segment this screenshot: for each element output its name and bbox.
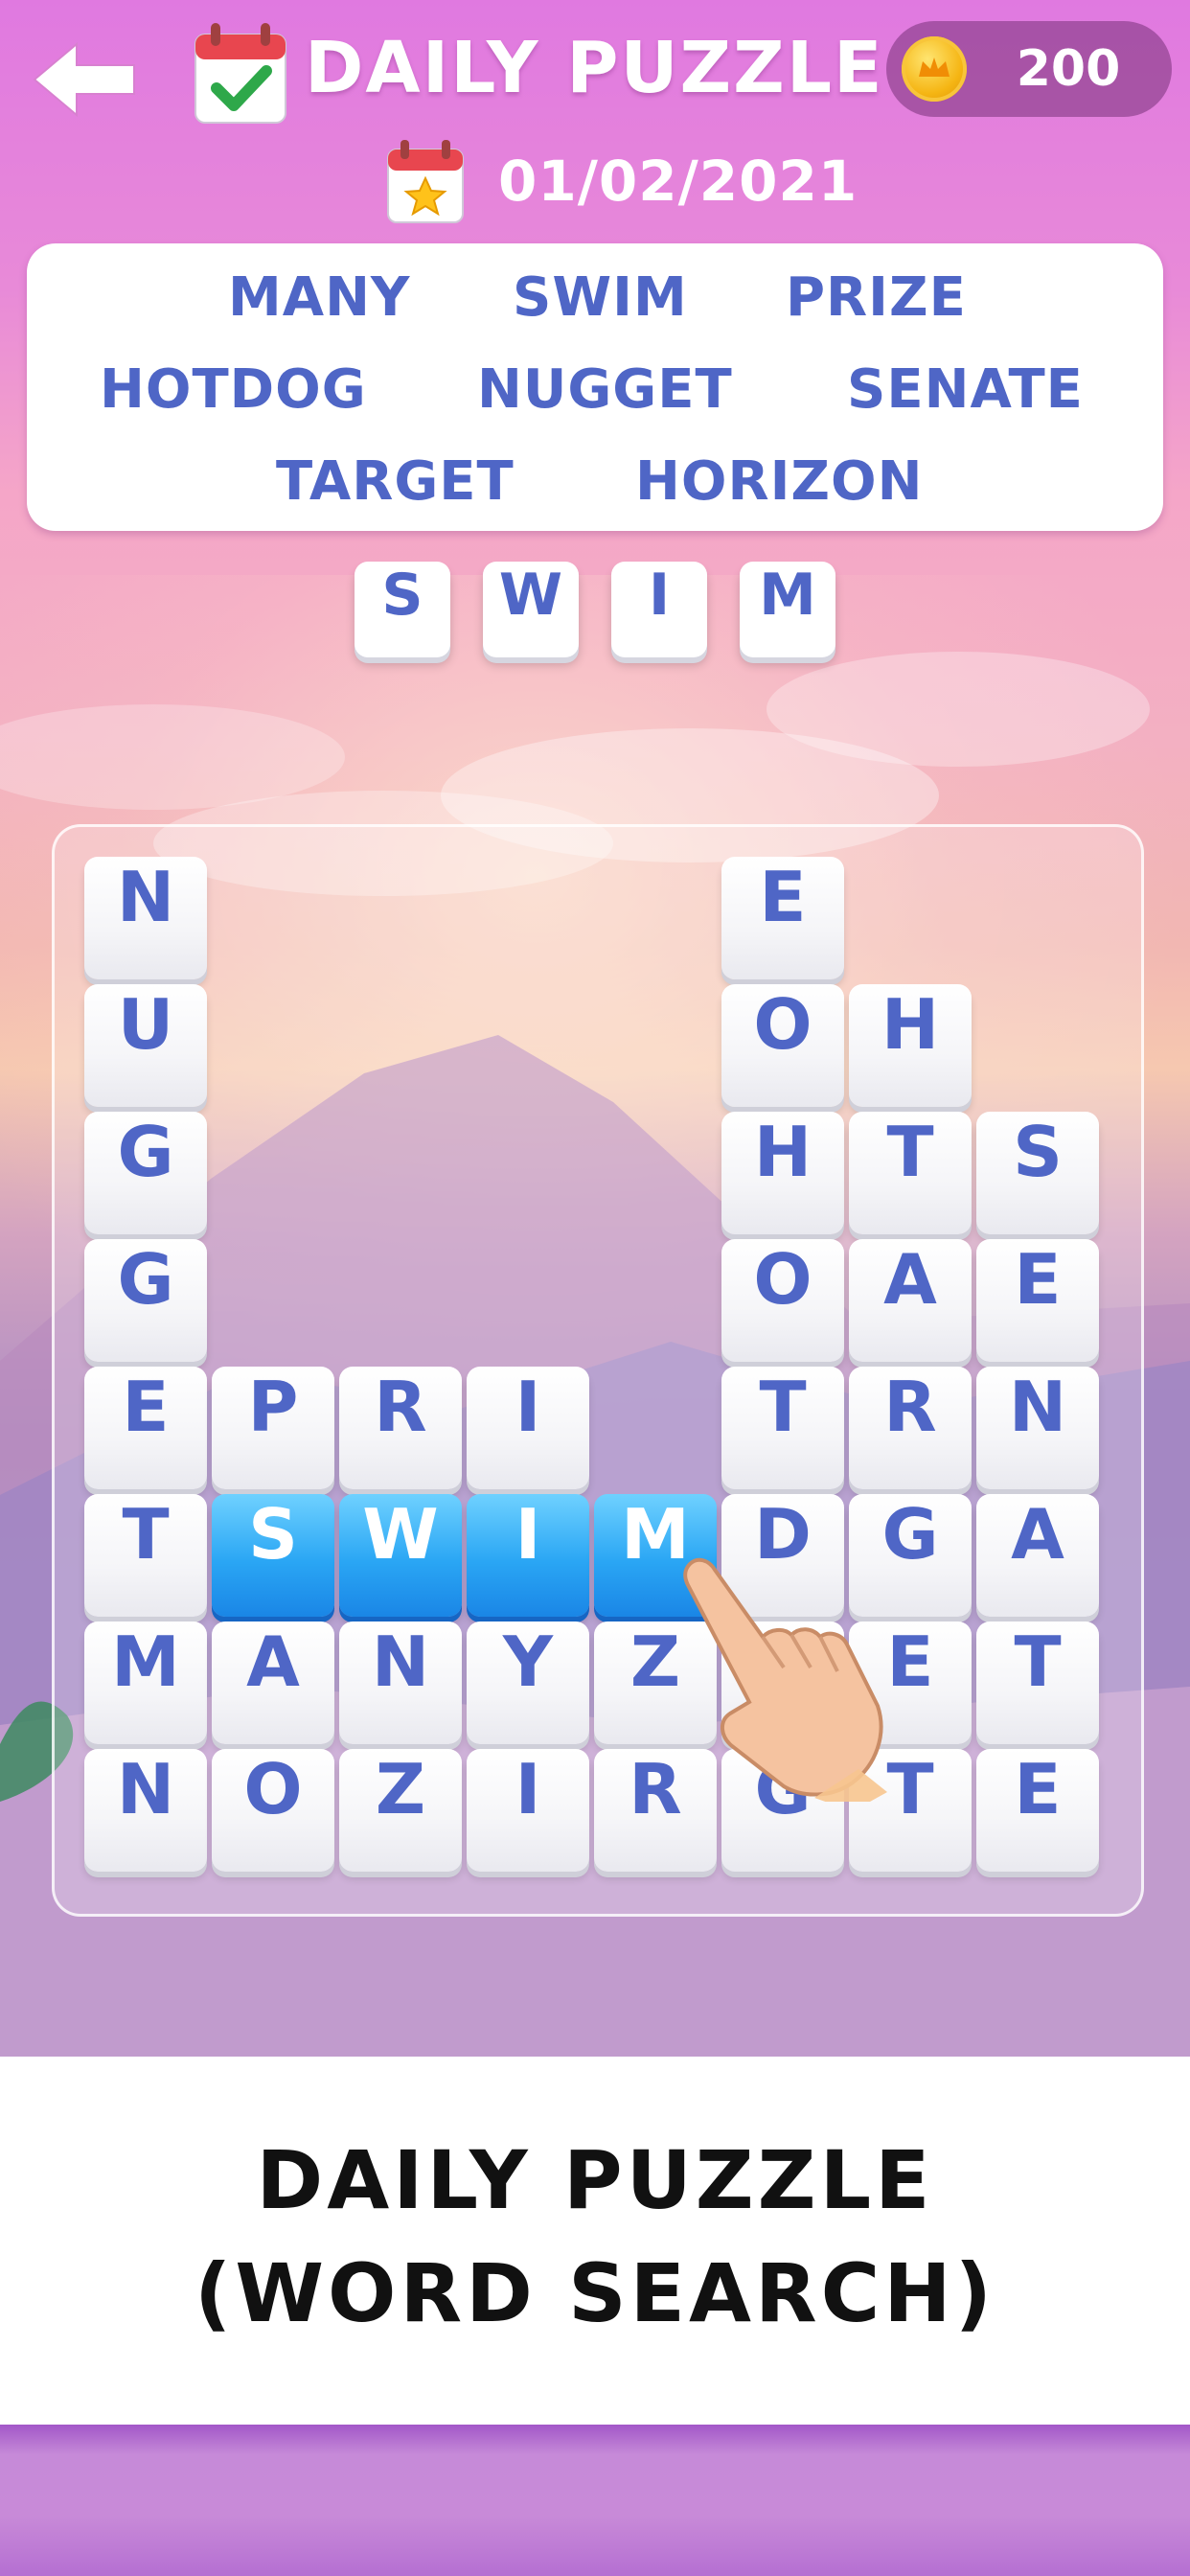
letter-tile[interactable]: Z xyxy=(339,1749,462,1872)
selected-letter: S xyxy=(355,562,450,657)
letter-tile[interactable]: P xyxy=(212,1367,334,1489)
calendar-check-icon xyxy=(195,23,286,124)
word-item: MANY xyxy=(228,266,411,329)
word-item: PRIZE xyxy=(786,266,967,329)
letter-tile[interactable]: E xyxy=(976,1749,1099,1872)
letter-tile[interactable]: N xyxy=(84,857,207,979)
letter-tile[interactable]: E xyxy=(721,857,844,979)
letter-tile[interactable]: R xyxy=(339,1367,462,1489)
letter-tile[interactable]: T xyxy=(721,1367,844,1489)
coin-count: 200 xyxy=(1016,40,1121,98)
letter-tile[interactable]: I xyxy=(467,1367,589,1489)
word-item: TARGET xyxy=(276,450,515,513)
word-item: NUGGET xyxy=(477,358,733,421)
letter-tile[interactable]: T xyxy=(84,1494,207,1617)
selected-letter: W xyxy=(483,562,579,657)
letter-tile[interactable]: T xyxy=(849,1112,972,1234)
letter-tile[interactable]: E xyxy=(976,1239,1099,1362)
back-arrow-icon[interactable] xyxy=(27,36,142,123)
letter-tile[interactable]: S xyxy=(212,1494,334,1617)
page-title: DAILY PUZZLE xyxy=(305,27,884,109)
selected-letter: I xyxy=(611,562,707,657)
word-item: SENATE xyxy=(847,358,1084,421)
word-item: SWIM xyxy=(513,266,688,329)
selected-letter: M xyxy=(740,562,835,657)
letter-tile[interactable]: S xyxy=(976,1112,1099,1234)
coin-balance[interactable]: 200 xyxy=(886,21,1172,117)
letter-tile[interactable]: W xyxy=(339,1494,462,1617)
letter-tile[interactable]: O xyxy=(721,984,844,1107)
letter-tile[interactable]: E xyxy=(84,1367,207,1489)
caption-line: (WORD SEARCH) xyxy=(194,2246,995,2340)
puzzle-date: 01/02/2021 xyxy=(498,149,858,214)
letter-tile[interactable]: G xyxy=(84,1239,207,1362)
letter-tile[interactable]: H xyxy=(721,1112,844,1234)
word-list-panel: MANY SWIM PRIZE HOTDOG NUGGET SENATE TAR… xyxy=(27,243,1163,531)
word-item: HORIZON xyxy=(635,450,924,513)
caption-band xyxy=(0,2057,1190,2425)
letter-tile[interactable]: I xyxy=(467,1494,589,1617)
crown-coin-icon xyxy=(902,36,967,102)
letter-tile[interactable]: G xyxy=(84,1112,207,1234)
tutorial-hand-icon xyxy=(683,1557,887,1802)
letter-tile[interactable]: N xyxy=(84,1749,207,1872)
letter-tile[interactable]: U xyxy=(84,984,207,1107)
bottom-strip xyxy=(0,2425,1190,2576)
calendar-star-icon xyxy=(387,140,464,223)
letter-tile[interactable]: O xyxy=(721,1239,844,1362)
letter-tile[interactable]: R xyxy=(849,1367,972,1489)
word-item: HOTDOG xyxy=(100,358,367,421)
letter-tile[interactable]: A xyxy=(976,1494,1099,1617)
letter-tile[interactable]: A xyxy=(849,1239,972,1362)
caption-line: DAILY PUZZLE xyxy=(256,2133,934,2227)
letter-tile[interactable]: N xyxy=(976,1367,1099,1489)
letter-tile[interactable]: I xyxy=(467,1749,589,1872)
letter-tile[interactable]: A xyxy=(212,1622,334,1744)
letter-tile[interactable]: M xyxy=(84,1622,207,1744)
letter-tile[interactable]: H xyxy=(849,984,972,1107)
letter-tile[interactable]: T xyxy=(976,1622,1099,1744)
letter-tile[interactable]: O xyxy=(212,1749,334,1872)
letter-tile[interactable]: Y xyxy=(467,1622,589,1744)
letter-tile[interactable]: N xyxy=(339,1622,462,1744)
